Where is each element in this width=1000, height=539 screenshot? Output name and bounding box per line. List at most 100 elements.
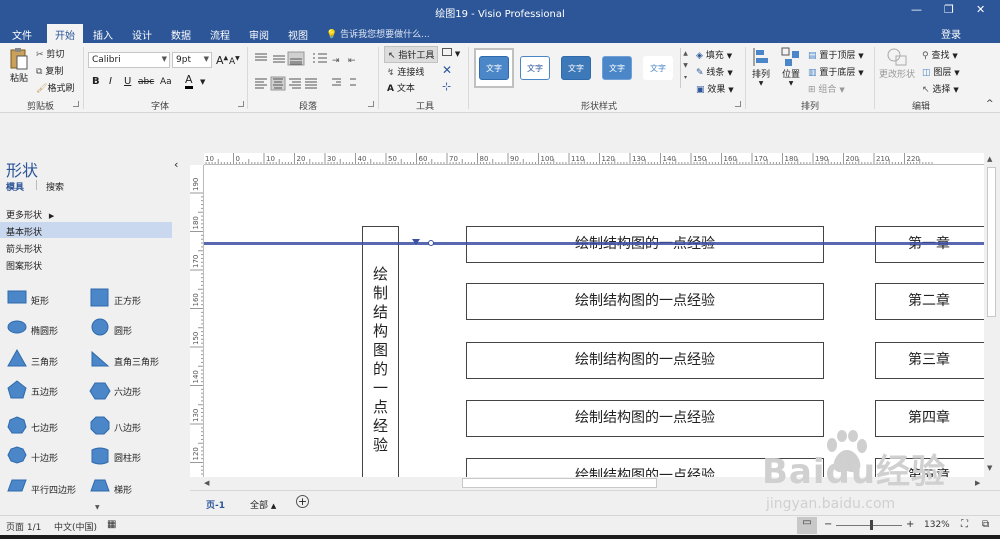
format-painter-button[interactable]: 🖌格式刷	[36, 81, 74, 94]
paragraph-icons[interactable]: ⇥ ⇤	[252, 51, 370, 95]
language[interactable]: 中文(中国)	[54, 520, 97, 533]
style-swatch[interactable]: 文字	[561, 56, 591, 80]
cut-button[interactable]: ✂ 剪切	[36, 47, 64, 60]
shape-heptagon[interactable]: 七边形	[31, 421, 58, 434]
font-size-select[interactable]: 9pt ▼	[172, 52, 212, 68]
position-button[interactable]: 位置 ▼	[780, 47, 802, 87]
tab-design[interactable]: 设计	[128, 26, 156, 43]
zoom-slider-thumb[interactable]	[870, 520, 873, 530]
strikethrough-button[interactable]: abc	[138, 77, 154, 87]
font-family-select[interactable]: Calibri ▼	[88, 52, 170, 68]
guide-line[interactable]	[204, 242, 984, 245]
shape-ellipse[interactable]: 椭圆形	[31, 324, 58, 337]
stencil-basic-shapes[interactable]: 基本形状	[0, 222, 172, 238]
switch-window-icon[interactable]: ⧉	[982, 519, 989, 530]
page-count[interactable]: 页面 1/1	[6, 520, 41, 533]
shape-decagon[interactable]: 十边形	[31, 451, 58, 464]
stencil-more-shapes[interactable]: 更多形状 ▶	[0, 205, 172, 221]
font-launcher-icon[interactable]	[238, 101, 244, 107]
tab-review[interactable]: 审阅	[245, 26, 273, 43]
align-button[interactable]: 排列 ▼	[750, 47, 772, 87]
fill-button[interactable]: ◈ 填充 ▼	[696, 48, 732, 61]
tab-file[interactable]: 文件	[8, 26, 36, 43]
paragraph-launcher-icon[interactable]	[368, 101, 374, 107]
stencil-arrow-shapes[interactable]: 箭头形状	[0, 239, 172, 255]
shape-triangle[interactable]: 三角形	[31, 355, 58, 368]
tab-process[interactable]: 流程	[206, 26, 234, 43]
select-button[interactable]: ↖ 选择 ▼	[922, 82, 959, 95]
macro-icon[interactable]: ▦	[107, 519, 116, 530]
chapter-box-3[interactable]: 第三章	[875, 342, 984, 379]
guide-handle-icon[interactable]	[410, 237, 436, 249]
collapse-panel-icon[interactable]: ‹	[174, 158, 178, 171]
pointer-tool-button[interactable]: ↖ 指针工具	[384, 46, 439, 63]
line-button[interactable]: ✎ 线条 ▼	[696, 65, 733, 78]
row-box-3[interactable]: 绘制结构图的一点经验	[466, 342, 824, 379]
chevron-down-icon[interactable]: ▼	[95, 504, 100, 511]
tell-me-search[interactable]: 💡 告诉我您想要做什么...	[326, 27, 430, 40]
copy-button[interactable]: ⧉ 复制	[36, 64, 63, 77]
group-button[interactable]: ⊞ 组合 ▼	[808, 82, 845, 95]
shape-circle[interactable]: 圆形	[114, 324, 132, 337]
style-swatch[interactable]: 文字	[602, 56, 632, 80]
clipboard-launcher-icon[interactable]	[73, 101, 79, 107]
tab-view[interactable]: 视图	[284, 26, 312, 43]
close-button[interactable]: ✕	[976, 3, 985, 16]
rectangle-tool-button[interactable]: ▼	[442, 48, 460, 59]
shape-octagon[interactable]: 八边形	[114, 421, 141, 434]
bold-button[interactable]: B	[92, 76, 100, 87]
bring-to-front-button[interactable]: ▤ 置于顶层 ▼	[808, 48, 864, 61]
change-shape-button[interactable]: 更改形状	[879, 47, 915, 80]
shape-trapezoid[interactable]: 梯形	[114, 483, 132, 496]
style-swatch[interactable]: 文字	[520, 56, 550, 80]
vertical-scrollbar[interactable]: ▲ ▼	[984, 153, 1000, 477]
tab-search[interactable]: 搜索	[46, 180, 64, 193]
chevron-down-icon[interactable]: ▼	[200, 78, 205, 86]
shape-styles-launcher-icon[interactable]	[735, 101, 741, 107]
connector-tool-button[interactable]: ↯ 连接线	[387, 65, 424, 78]
shape-rectangle[interactable]: 矩形	[31, 294, 49, 307]
italic-button[interactable]: I	[109, 76, 112, 87]
login-link[interactable]: 登录	[941, 26, 961, 41]
row-box-2[interactable]: 绘制结构图的一点经验	[466, 283, 824, 320]
tab-insert[interactable]: 插入	[89, 26, 117, 43]
restore-button[interactable]: ❐	[944, 3, 954, 16]
minimize-button[interactable]: —	[911, 3, 922, 16]
connection-point-icon[interactable]: ⊹	[442, 80, 451, 93]
scroll-left-icon[interactable]: ◀	[204, 479, 209, 487]
page-tab-1[interactable]: 页-1	[206, 498, 225, 511]
shape-cylinder[interactable]: 圆柱形	[114, 451, 141, 464]
effects-button[interactable]: ▣ 效果 ▼	[696, 82, 734, 95]
fit-page-icon[interactable]: ⛶	[961, 519, 968, 530]
find-button[interactable]: ⚲ 查找 ▼	[922, 48, 958, 61]
all-pages-button[interactable]: 全部 ▲	[250, 498, 276, 511]
vertical-title-box[interactable]: 绘制结构图的一点经验	[362, 226, 399, 477]
shape-hexagon[interactable]: 六边形	[114, 385, 141, 398]
send-to-back-button[interactable]: ▥ 置于底层 ▼	[808, 65, 864, 78]
zoom-level[interactable]: 132%	[924, 520, 950, 530]
tab-stencils[interactable]: 模具	[6, 180, 24, 193]
shape-pentagon[interactable]: 五边形	[31, 385, 58, 398]
stencil-pattern-shapes[interactable]: 图案形状	[0, 256, 172, 272]
paste-button[interactable]: 粘贴	[8, 47, 30, 84]
shape-parallelogram[interactable]: 平行四边形	[31, 483, 76, 496]
shape-square[interactable]: 正方形	[114, 294, 141, 307]
grow-font-button[interactable]: A▲	[216, 54, 228, 67]
scroll-up-icon[interactable]: ▲	[987, 155, 992, 163]
horizontal-ruler[interactable]: 10 0 10 20 30 40 50 60 70 80 90 100 110 120 130 140 150 1…	[204, 153, 984, 165]
chapter-box-2[interactable]: 第二章	[875, 283, 984, 320]
vertical-scroll-thumb[interactable]	[987, 167, 996, 317]
style-swatch[interactable]: 文字	[643, 56, 673, 80]
text-tool-button[interactable]: A 文本	[387, 81, 415, 94]
zoom-in-button[interactable]: +	[906, 519, 914, 530]
shrink-font-button[interactable]: A▼	[229, 55, 240, 67]
style-gallery-selected[interactable]: 文字	[474, 48, 514, 88]
tab-data[interactable]: 数据	[167, 26, 195, 43]
vertical-ruler[interactable]: 190180170160150140130120110	[190, 165, 204, 477]
tab-home[interactable]: 开始	[47, 24, 83, 43]
layers-button[interactable]: ◫ 图层 ▼	[922, 65, 960, 78]
font-color-button[interactable]: A	[185, 74, 193, 89]
add-page-button[interactable]: +	[296, 495, 309, 508]
underline-button[interactable]: U	[124, 76, 131, 87]
gallery-scroll[interactable]: ▲ ▼ ▾	[680, 48, 690, 88]
